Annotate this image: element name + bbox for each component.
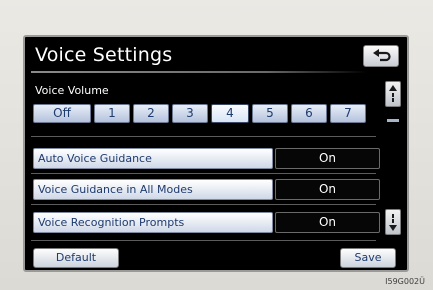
auto-voice-guidance-button[interactable]: Auto Voice Guidance (33, 148, 273, 169)
scroll-down-button[interactable] (385, 209, 401, 235)
footer-divider (31, 240, 376, 241)
scroll-up-icon (389, 85, 397, 102)
page-title: Voice Settings (35, 44, 173, 66)
volume-2-button[interactable]: 2 (133, 104, 169, 123)
volume-1-button[interactable]: 1 (94, 104, 130, 123)
voice-guidance-all-modes-button[interactable]: Voice Guidance in All Modes (33, 179, 273, 200)
scroll-track[interactable] (387, 111, 399, 205)
scroll-up-button[interactable] (385, 81, 401, 107)
scroll-thumb[interactable] (387, 119, 399, 122)
voice-recognition-prompts-button[interactable]: Voice Recognition Prompts (33, 212, 273, 233)
display-screen: Voice Settings Voice Volume Off 1 2 3 4 … (23, 35, 409, 272)
voice-volume-label: Voice Volume (35, 84, 109, 97)
voice-recognition-prompts-value: On (275, 212, 380, 233)
title-divider (31, 71, 367, 73)
volume-4-button[interactable]: 4 (211, 104, 249, 123)
volume-7-button[interactable]: 7 (330, 104, 366, 123)
section-divider (31, 136, 376, 137)
device-bezel: Voice Settings Voice Volume Off 1 2 3 4 … (0, 0, 433, 290)
image-code: I59G002Ü (385, 277, 425, 286)
volume-6-button[interactable]: 6 (291, 104, 327, 123)
row-divider (31, 204, 376, 205)
return-arrow-icon (373, 49, 391, 62)
volume-off-button[interactable]: Off (33, 104, 91, 123)
row-divider (31, 173, 376, 174)
voice-guidance-all-modes-value: On (275, 179, 380, 200)
default-button[interactable]: Default (33, 248, 119, 268)
volume-3-button[interactable]: 3 (172, 104, 208, 123)
scroll-down-icon (389, 214, 397, 231)
volume-5-button[interactable]: 5 (252, 104, 288, 123)
save-button[interactable]: Save (340, 248, 396, 268)
auto-voice-guidance-value: On (275, 148, 380, 169)
back-button[interactable] (363, 45, 399, 67)
